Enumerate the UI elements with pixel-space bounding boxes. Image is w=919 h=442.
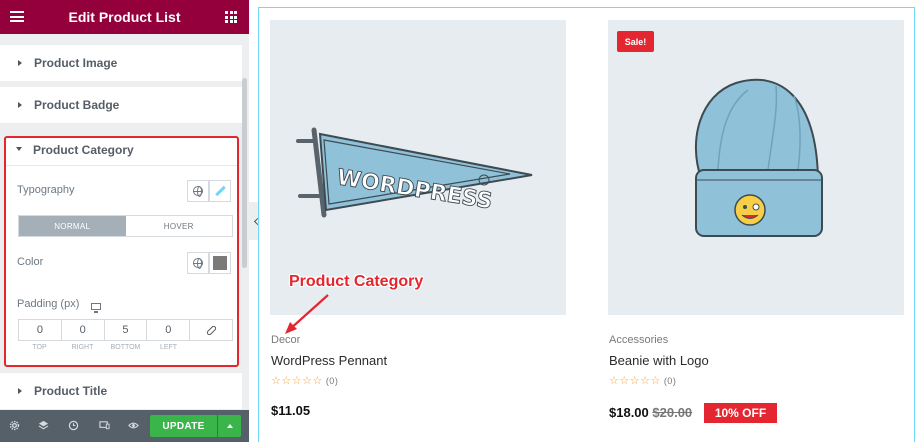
history-icon[interactable]	[68, 420, 79, 431]
update-button[interactable]: UPDATE	[150, 415, 217, 437]
editor-root: Edit Product List Product Image Product …	[0, 0, 919, 442]
padding-dim-labels: TOP RIGHT BOTTOM LEFT	[18, 344, 190, 351]
padding-top-input[interactable]: 0	[19, 320, 62, 340]
rating-stars-icon: ☆☆☆☆☆	[609, 375, 661, 387]
global-color-button[interactable]	[187, 252, 209, 274]
padding-left-input[interactable]: 0	[147, 320, 191, 340]
product-image[interactable]: WORDPRESS	[270, 20, 566, 315]
settings-gear-icon[interactable]	[9, 420, 20, 431]
regular-price: $20.00	[652, 405, 693, 420]
padding-dimensions: 0 0 5 0	[18, 319, 233, 341]
section-product-category: Product Category Typography NORMAL HOVER…	[4, 136, 239, 367]
section-label: Product Title	[34, 384, 108, 398]
preview-eye-icon[interactable]	[128, 420, 139, 431]
panel-header: Edit Product List	[0, 0, 249, 34]
section-label: Product Image	[34, 56, 118, 70]
color-swatch	[213, 256, 227, 270]
dim-label-top: TOP	[32, 344, 47, 351]
section-label: Product Category	[33, 143, 134, 157]
annotation-label: Product Category	[289, 273, 424, 290]
update-options-button[interactable]	[218, 415, 241, 437]
product-category-accessories[interactable]: Accessories	[609, 334, 668, 346]
rating-count: (0)	[325, 376, 339, 386]
navigator-layers-icon[interactable]	[38, 420, 49, 431]
rating-count: (0)	[663, 376, 677, 386]
dim-label-left: LEFT	[159, 344, 178, 351]
editor-panel: Edit Product List Product Image Product …	[0, 0, 249, 442]
link-icon	[205, 324, 217, 336]
product-title-beanie[interactable]: Beanie with Logo	[609, 353, 709, 368]
caret-up-icon	[226, 424, 233, 428]
pennant-illustration: WORDPRESS	[296, 127, 533, 218]
panel-title: Edit Product List	[68, 9, 181, 25]
tab-normal[interactable]: NORMAL	[19, 216, 126, 236]
widgets-grid-icon[interactable]	[225, 11, 237, 23]
discount-badge: 10% OFF	[704, 403, 777, 423]
padding-label: Padding (px)	[17, 298, 80, 310]
tab-hover[interactable]: HOVER	[126, 216, 233, 236]
product-title-pennant[interactable]: WordPress Pennant	[271, 353, 387, 368]
caret-right-icon	[18, 388, 22, 394]
section-product-badge[interactable]: Product Badge	[0, 87, 242, 123]
annotation-arrow-icon	[285, 294, 329, 334]
sale-price: $18.00	[609, 405, 649, 420]
panel-scrollbar[interactable]	[242, 78, 247, 268]
dim-label-right: RIGHT	[71, 344, 94, 351]
globe-icon	[193, 186, 203, 197]
beanie-illustration	[694, 78, 823, 237]
product-rating: ☆☆☆☆☆ (0)	[609, 374, 676, 387]
caret-down-icon	[16, 147, 22, 151]
responsive-mode-icon[interactable]	[99, 420, 110, 431]
color-picker-button[interactable]	[209, 252, 231, 274]
link-values-button[interactable]	[190, 320, 232, 340]
section-label: Product Badge	[34, 98, 120, 112]
desktop-monitor-icon[interactable]	[91, 303, 101, 313]
product-image[interactable]	[608, 20, 904, 315]
pencil-icon	[215, 186, 226, 197]
typography-label: Typography	[17, 184, 75, 196]
caret-right-icon	[18, 60, 22, 66]
section-product-image[interactable]: Product Image	[0, 45, 242, 81]
edit-typography-button[interactable]	[209, 180, 231, 202]
product-price: $11.05	[271, 403, 311, 418]
section-header-product-category[interactable]: Product Category	[6, 138, 237, 166]
padding-right-input[interactable]: 0	[62, 320, 105, 340]
section-product-title[interactable]: Product Title	[0, 373, 242, 409]
product-rating: ☆☆☆☆☆ (0)	[271, 374, 338, 387]
color-label: Color	[17, 256, 44, 268]
state-toggle: NORMAL HOVER	[18, 215, 233, 237]
product-price: $18.00 $20.00	[609, 405, 692, 420]
caret-right-icon	[18, 102, 22, 108]
rating-stars-icon: ☆☆☆☆☆	[271, 375, 323, 387]
globe-icon	[193, 258, 203, 269]
padding-bottom-input[interactable]: 5	[105, 320, 148, 340]
global-typography-button[interactable]	[187, 180, 209, 202]
dim-label-bottom: BOTTOM	[110, 344, 141, 351]
sale-badge: Sale!	[617, 31, 654, 52]
